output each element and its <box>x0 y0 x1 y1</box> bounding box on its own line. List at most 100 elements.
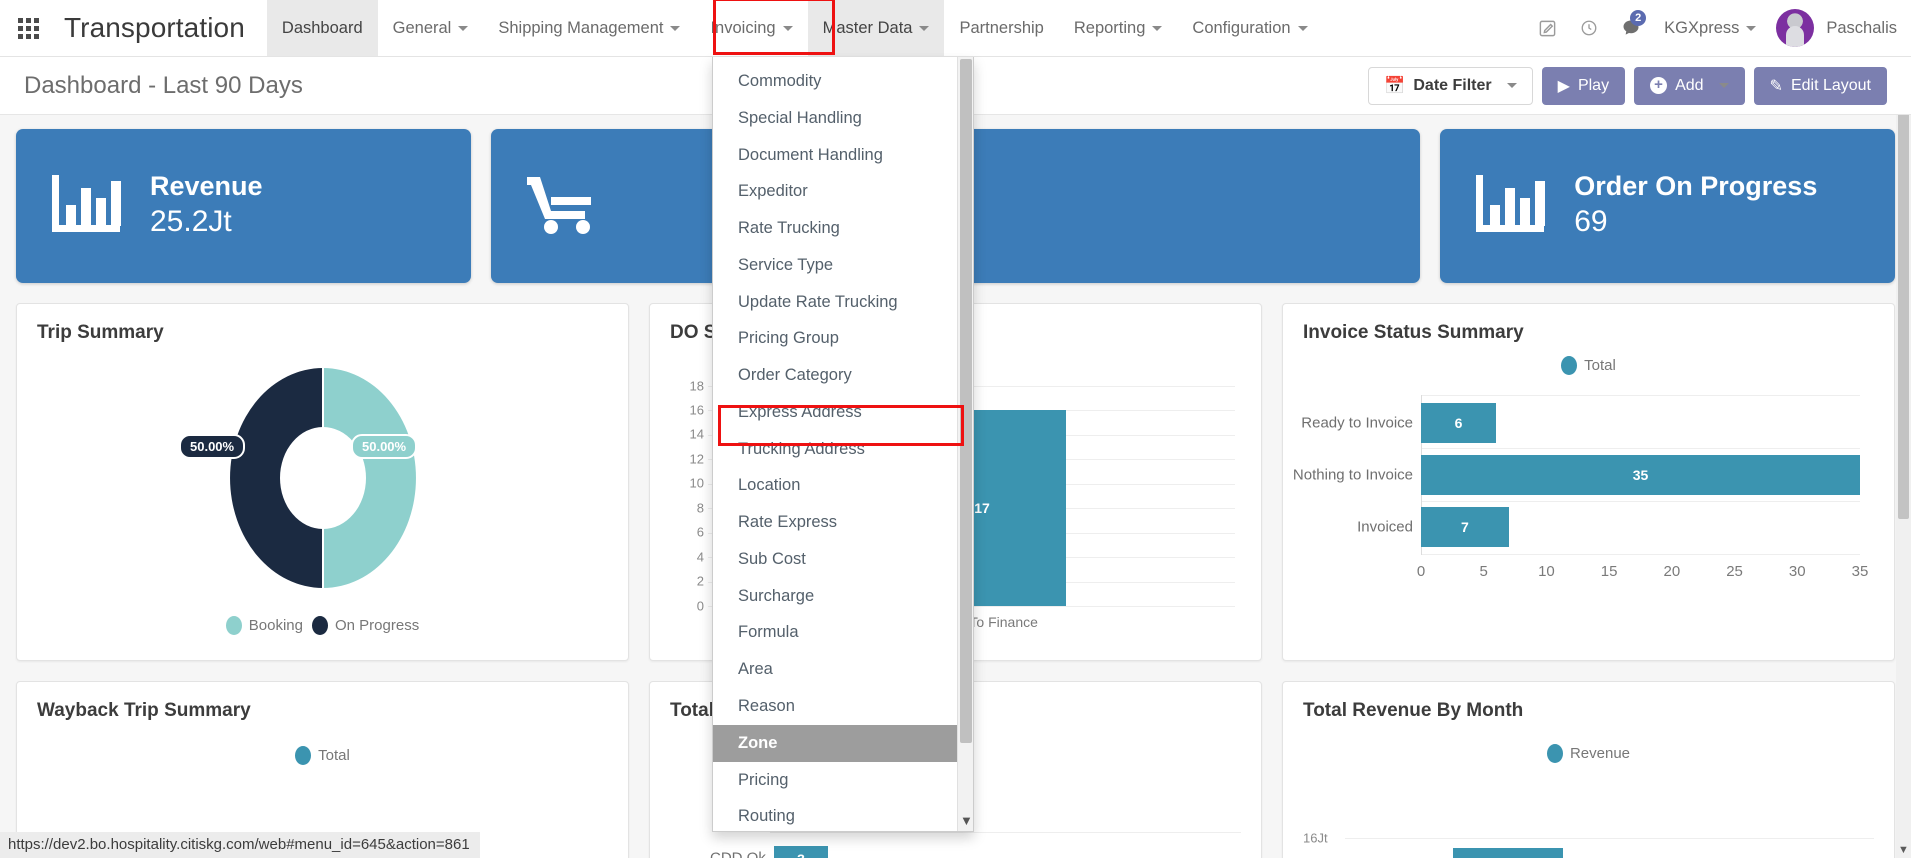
scroll-down-arrow-icon[interactable]: ▼ <box>1898 844 1909 856</box>
nav-master-data[interactable]: Master Data <box>807 0 945 56</box>
legend-color-icon <box>295 746 312 765</box>
menu-item-service-type[interactable]: Service Type <box>713 247 957 284</box>
menu-item-update-rate-trucking[interactable]: Update Rate Trucking <box>713 284 957 321</box>
company-switcher[interactable]: KGXpress <box>1654 19 1762 38</box>
dropdown-scrollbar-thumb[interactable] <box>960 59 972 743</box>
cat-label: Invoiced <box>1357 518 1413 536</box>
bar-invoiced[interactable]: 7 <box>1421 507 1509 547</box>
user-menu[interactable]: Paschalis <box>1826 19 1897 38</box>
menu-item-rate-express[interactable]: Rate Express <box>713 504 957 541</box>
plus-circle-icon: + <box>1650 77 1668 94</box>
card-invoice-status: Invoice Status Summary Total Ready to In… <box>1282 303 1895 661</box>
avatar[interactable] <box>1776 9 1815 47</box>
legend-item-booking[interactable]: Booking <box>225 616 303 635</box>
y-tick: 4 <box>696 549 704 565</box>
kpi-card-revenue[interactable]: Revenue 25.2Jt <box>16 129 471 283</box>
menu-item-formula[interactable]: Formula <box>713 614 957 651</box>
nav-dashboard[interactable]: Dashboard <box>266 0 378 56</box>
x-tick: 30 <box>1788 563 1806 580</box>
menu-item-area[interactable]: Area <box>713 651 957 688</box>
legend-item-revenue[interactable]: Revenue <box>1546 744 1630 763</box>
nav-shipping-management[interactable]: Shipping Management <box>483 0 695 56</box>
revenue-legend: Revenue <box>1303 744 1874 763</box>
donut-label-on-progress: 50.00% <box>179 434 246 459</box>
shopping-cart-icon <box>525 171 601 242</box>
chevron-down-icon <box>1718 83 1729 88</box>
chat-bubble-icon[interactable]: 2 <box>1612 8 1650 48</box>
menu-item-pricing-group[interactable]: Pricing Group <box>713 320 957 357</box>
menu-item-location[interactable]: Location <box>713 467 957 504</box>
date-filter-button[interactable]: 📅 Date Filter <box>1368 66 1533 105</box>
menu-item-pricing[interactable]: Pricing <box>713 762 957 799</box>
edit-note-icon[interactable] <box>1528 8 1566 48</box>
play-button[interactable]: ▶ Play <box>1541 66 1626 105</box>
play-icon: ▶ <box>1557 77 1570 95</box>
navbar-spacer <box>1323 0 1529 56</box>
master-data-dropdown-menu: Commodity Special Handling Document Hand… <box>712 57 974 832</box>
nav-configuration[interactable]: Configuration <box>1177 0 1322 56</box>
navbar-right-tools: 2 KGXpress Paschalis <box>1528 0 1911 56</box>
bar-chart-icon <box>1474 171 1548 242</box>
legend-item-on-progress[interactable]: On Progress <box>312 616 419 635</box>
menu-item-reason[interactable]: Reason <box>713 688 957 725</box>
menu-item-zone[interactable]: Zone <box>713 724 957 762</box>
date-filter-label: Date Filter <box>1413 76 1492 94</box>
nav-label: Configuration <box>1192 18 1291 37</box>
bar-ready-to-invoice[interactable]: 6 <box>1421 403 1497 443</box>
nav-reporting[interactable]: Reporting <box>1059 0 1178 56</box>
dashboard-toolbar: 📅 Date Filter ▶ Play + Add ✎ Edit Layout <box>1368 66 1887 105</box>
menu-item-sub-cost[interactable]: Sub Cost <box>713 541 957 578</box>
menu-item-surcharge[interactable]: Surcharge <box>713 578 957 615</box>
clock-icon[interactable] <box>1570 8 1608 48</box>
kpi-card-blank[interactable] <box>965 129 1421 283</box>
menu-item-rate-trucking[interactable]: Rate Trucking <box>713 210 957 247</box>
add-button[interactable]: + Add <box>1634 66 1745 105</box>
bar-nothing-to-invoice[interactable]: 35 <box>1421 455 1860 495</box>
app-brand[interactable]: Transportation <box>56 0 267 56</box>
scroll-down-arrow-icon[interactable]: ▼ <box>960 814 973 827</box>
menu-item-routing[interactable]: Routing <box>713 798 957 831</box>
bar-month[interactable] <box>1453 848 1563 858</box>
menu-item-trucking-address[interactable]: Trucking Address <box>713 431 957 468</box>
card-title: Invoice Status Summary <box>1303 322 1524 343</box>
y-tick: 2 <box>696 573 704 589</box>
kpi-card-order-on-progress[interactable]: Order On Progress 69 <box>1440 129 1895 283</box>
legend-item-total[interactable]: Total <box>1561 356 1616 375</box>
pencil-icon: ✎ <box>1769 77 1783 95</box>
top-navbar: Transportation Dashboard General Shippin… <box>0 0 1911 57</box>
chevron-down-icon <box>1152 25 1163 31</box>
page-scrollbar-thumb[interactable] <box>1898 59 1909 519</box>
calendar-icon: 📅 <box>1384 76 1406 95</box>
menu-item-order-category[interactable]: Order Category <box>713 357 957 394</box>
page-title: Dashboard - Last 90 Days <box>24 71 303 99</box>
total-trip-chart: CDD Ok 3 <box>670 832 1241 858</box>
chevron-down-icon <box>919 25 930 31</box>
card-total-revenue-by-month: Total Revenue By Month Revenue 16Jt 14Jt <box>1282 681 1895 858</box>
chevron-down-icon <box>458 25 469 31</box>
donut-chart: 50.00% 50.00% <box>37 350 608 602</box>
dropdown-scrollbar[interactable]: ▼ <box>957 57 973 831</box>
menu-item-express-address[interactable]: Express Address <box>713 394 957 431</box>
menu-item-special-handling[interactable]: Special Handling <box>713 100 957 137</box>
menu-item-expeditor[interactable]: Expeditor <box>713 173 957 210</box>
page-scrollbar[interactable]: ▲ ▼ <box>1896 57 1911 858</box>
apps-menu-button[interactable] <box>0 0 56 56</box>
bar-cdd-ok[interactable]: 3 <box>774 846 828 858</box>
y-tick: 0 <box>696 598 704 614</box>
y-tick: 8 <box>696 500 704 516</box>
nav-label: Dashboard <box>281 18 363 37</box>
edit-layout-button[interactable]: ✎ Edit Layout <box>1753 66 1887 105</box>
legend-item-total[interactable]: Total <box>295 746 350 765</box>
donut-legend: Booking On Progress <box>37 616 608 635</box>
menu-item-commodity[interactable]: Commodity <box>713 63 957 100</box>
x-tick: 10 <box>1538 563 1555 580</box>
nav-invoicing[interactable]: Invoicing <box>695 0 807 56</box>
nav-general[interactable]: General <box>378 0 484 56</box>
col-total-revenue-by-month: Total Revenue By Month Revenue 16Jt 14Jt <box>1282 681 1895 858</box>
nav-partnership[interactable]: Partnership <box>944 0 1058 56</box>
play-label: Play <box>1577 76 1610 94</box>
y-tick: 16 <box>689 402 704 418</box>
menu-item-document-handling[interactable]: Document Handling <box>713 137 957 174</box>
nav-label: General <box>392 18 452 37</box>
plot-area: 6 35 7 <box>1421 395 1860 555</box>
